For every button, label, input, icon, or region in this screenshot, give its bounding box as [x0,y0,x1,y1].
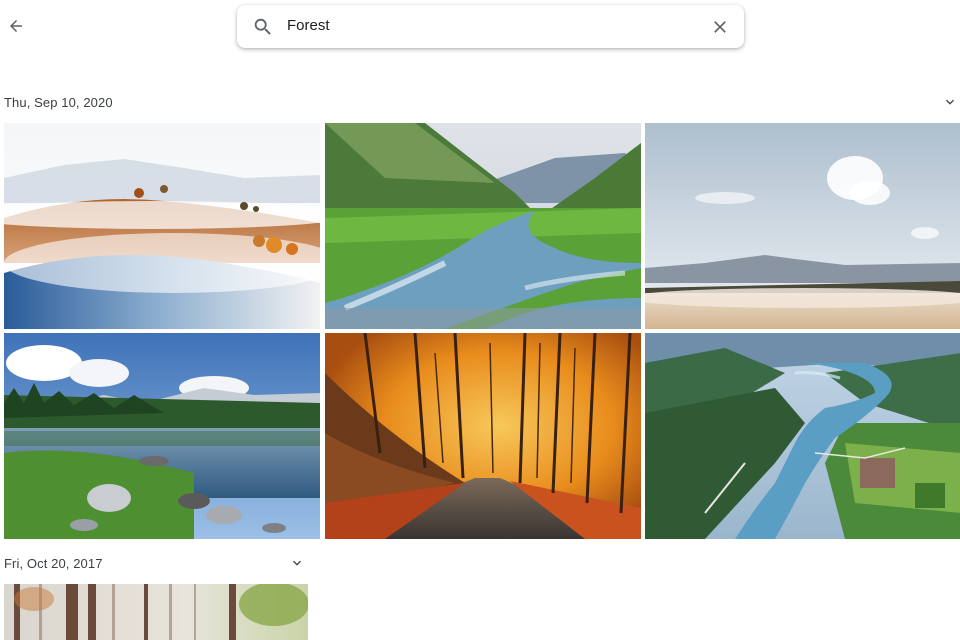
close-icon [714,21,726,33]
date-header-label: Thu, Sep 10, 2020 [4,95,113,110]
search-box[interactable] [237,5,744,48]
top-bar [0,0,960,60]
clear-search-button[interactable] [709,16,731,38]
photo-thumbnail[interactable] [325,123,641,329]
photo-thumbnail[interactable] [645,333,960,539]
photo-thumbnail[interactable] [645,123,960,329]
photo-thumbnail[interactable] [4,584,308,640]
photo-thumbnail[interactable] [325,333,641,539]
date-header-label: Fri, Oct 20, 2017 [4,556,103,571]
chevron-down-icon[interactable] [942,94,958,110]
photo-thumbnail[interactable] [4,333,320,539]
photo-thumbnail[interactable] [4,123,320,329]
arrow-back-icon [10,20,22,32]
chevron-down-icon[interactable] [289,555,305,571]
search-input[interactable] [287,13,687,39]
search-icon [254,18,271,35]
back-button[interactable] [2,12,30,40]
